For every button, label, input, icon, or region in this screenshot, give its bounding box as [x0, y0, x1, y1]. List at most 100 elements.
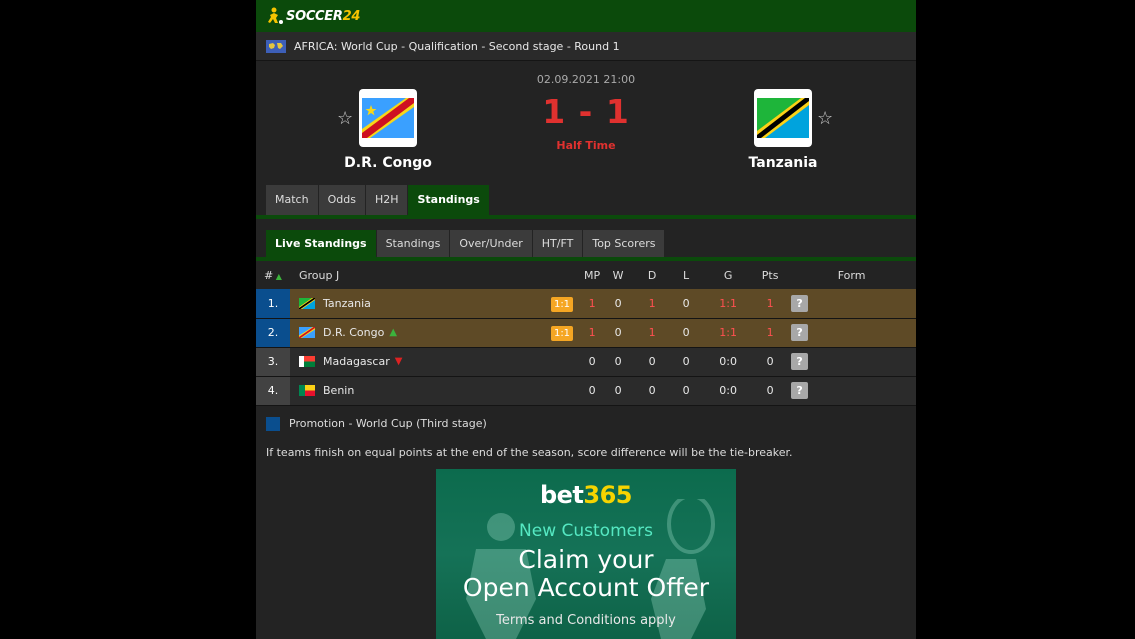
mp-cell: 0 [588, 384, 596, 397]
soccer-player-icon [268, 7, 283, 24]
g-cell: 1:1 [719, 326, 737, 339]
live-column-header [541, 261, 583, 289]
bet365-logo: bet365 [539, 481, 633, 509]
top-bar: SOCCER24 [256, 0, 916, 32]
tanzania-flag-icon [299, 297, 315, 309]
d-cell: 1 [648, 326, 656, 339]
form-unknown-icon[interactable]: ? [791, 353, 809, 370]
ad-line-terms: Terms and Conditions apply [496, 613, 676, 628]
pts-cell: 0 [766, 384, 774, 397]
l-cell: 0 [682, 384, 690, 397]
competition-title: AFRICA: World Cup - Qualification - Seco… [294, 39, 620, 53]
d-cell: 1 [648, 296, 656, 310]
form-unknown-icon[interactable]: ? [791, 382, 809, 399]
mp-cell: 1 [588, 296, 596, 310]
g-column-header[interactable]: G [703, 261, 753, 289]
bet365-advertisement-banner[interactable]: bet365 New Customers Claim your Open Acc… [436, 469, 736, 639]
team-name: Benin [323, 384, 355, 397]
promotion-legend-label: Promotion - World Cup (Third stage) [289, 417, 487, 430]
g-cell: 1:1 [719, 296, 737, 310]
table-header-row: # ▲ Group J MP W D L G Pts Form [256, 261, 916, 289]
table-row[interactable]: 4. Benin 0 0 0 0 0:0 0 ? [256, 376, 916, 405]
w-cell: 0 [614, 296, 622, 310]
mp-cell: 0 [588, 355, 596, 368]
away-team-name: Tanzania [748, 155, 818, 171]
standings-table: # ▲ Group J MP W D L G Pts Form 1. Tanza… [256, 261, 916, 406]
form-column-header: Form [837, 268, 866, 282]
d-cell: 0 [648, 355, 656, 368]
team-name: Tanzania [323, 296, 371, 310]
l-cell: 0 [682, 326, 690, 339]
rank-cell: 1. [256, 289, 290, 318]
standings-subtabs: Live Standings Standings Over/Under HT/F… [256, 227, 916, 261]
home-team-name: D.R. Congo [344, 155, 432, 171]
benin-flag-icon [299, 385, 315, 396]
form-unknown-icon[interactable]: ? [791, 324, 809, 341]
tab-match[interactable]: Match [266, 185, 318, 215]
live-score-badge: 1:1 [550, 326, 574, 341]
promotion-color-swatch [266, 416, 280, 431]
drcongo-flag-icon [299, 327, 315, 338]
ad-line-new-customers: New Customers [519, 521, 653, 541]
position-up-arrow-icon: ▲ [389, 327, 398, 338]
team-cell[interactable]: Madagascar ▼ [290, 347, 541, 376]
live-score-badge: 1:1 [550, 296, 574, 312]
rank-cell: 4. [256, 376, 290, 405]
subtab-ht-ft[interactable]: HT/FT [532, 230, 583, 257]
match-tabs: Match Odds H2H Standings [256, 185, 916, 219]
tie-breaker-note: If teams finish on equal points at the e… [266, 445, 793, 459]
group-column-header: Group J [299, 268, 340, 282]
team-cell[interactable]: Benin [290, 376, 541, 405]
match-datetime: 02.09.2021 21:00 [536, 73, 636, 86]
logo-text: SOCCER [286, 8, 343, 24]
d-column-header[interactable]: D [635, 261, 669, 289]
g-cell: 0:0 [719, 384, 737, 397]
sort-up-icon: ▲ [273, 271, 282, 281]
competition-bar[interactable]: AFRICA: World Cup - Qualification - Seco… [256, 32, 916, 61]
ad-line-claim: Claim your [518, 545, 654, 574]
pts-column-header[interactable]: Pts [753, 261, 787, 289]
page-container: SOCCER24 AFRICA: World Cup - Qualificati… [256, 0, 916, 639]
w-cell: 0 [614, 384, 622, 397]
promotion-legend: Promotion - World Cup (Third stage) [256, 406, 916, 442]
rank-cell: 3. [256, 347, 290, 376]
home-team[interactable]: D.R. Congo [328, 89, 448, 171]
team-name: Madagascar [323, 355, 390, 368]
subtab-over-under[interactable]: Over/Under [450, 230, 532, 257]
table-row[interactable]: 2. D.R. Congo ▲ 1:1 1 0 1 0 1:1 1 ? [256, 318, 916, 347]
tab-odds[interactable]: Odds [318, 185, 365, 215]
away-team[interactable]: Tanzania [723, 89, 843, 171]
table-row[interactable]: 3. Madagascar ▼ 0 0 0 0 0:0 0 ? [256, 347, 916, 376]
soccer24-logo[interactable]: SOCCER24 [264, 4, 360, 28]
rank-column-header[interactable]: # ▲ [256, 261, 290, 289]
w-cell: 0 [614, 355, 622, 368]
tab-standings[interactable]: Standings [408, 185, 489, 215]
l-column-header[interactable]: L [669, 261, 703, 289]
drcongo-flag-logo [359, 89, 417, 147]
pts-cell: 1 [766, 296, 774, 310]
subtab-live-standings[interactable]: Live Standings [266, 230, 376, 257]
subtab-standings[interactable]: Standings [376, 230, 450, 257]
favorite-star-icon[interactable]: ☆ [817, 108, 833, 129]
mp-column-header[interactable]: MP [583, 261, 601, 289]
subtab-top-scorers[interactable]: Top Scorers [583, 230, 665, 257]
l-cell: 0 [682, 355, 690, 368]
w-cell: 0 [614, 326, 622, 339]
team-name: D.R. Congo [323, 326, 385, 339]
mp-cell: 1 [588, 326, 596, 339]
world-map-flag-icon [266, 39, 286, 53]
team-cell[interactable]: D.R. Congo ▲ [290, 318, 541, 347]
form-unknown-icon[interactable]: ? [791, 294, 809, 312]
g-cell: 0:0 [719, 355, 737, 368]
tab-h2h[interactable]: H2H [365, 185, 408, 215]
d-cell: 0 [648, 384, 656, 397]
match-header: 02.09.2021 21:00 1 - 1 Half Time ☆ D.R. … [256, 61, 916, 185]
w-column-header[interactable]: W [601, 261, 635, 289]
team-cell[interactable]: Tanzania [290, 289, 541, 318]
madagascar-flag-icon [299, 356, 315, 367]
tanzania-flag-logo [754, 89, 812, 147]
pts-cell: 0 [766, 355, 774, 368]
ad-line-offer: Open Account Offer [462, 573, 710, 602]
position-down-arrow-icon: ▼ [394, 356, 403, 367]
table-row[interactable]: 1. Tanzania 1:1 1 0 1 0 1:1 1 ? [256, 289, 916, 318]
